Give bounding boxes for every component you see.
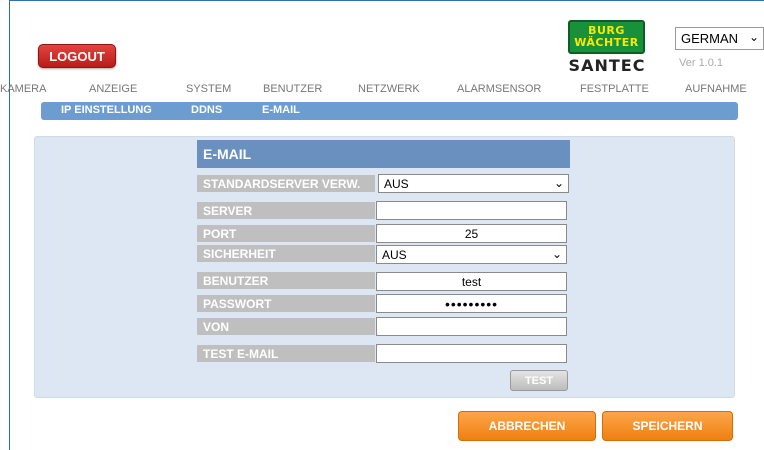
nav-item-festplatte[interactable]: FESTPLATTE: [580, 83, 649, 95]
subnav-item-email[interactable]: E-MAIL: [262, 104, 300, 116]
chevron-down-icon: ⌄: [748, 30, 759, 44]
nav-item-aufnahme[interactable]: AUFNAHME: [685, 83, 747, 95]
santec-logo: SANTEC: [568, 56, 646, 75]
default-server-label: STANDARDSERVER VERW.: [197, 175, 375, 192]
nav-item-benutzer[interactable]: BENUTZER: [263, 83, 322, 95]
user-input[interactable]: test: [376, 272, 567, 291]
form-title: E-MAIL: [197, 140, 570, 168]
server-input[interactable]: [376, 201, 567, 220]
nav-item-kamera[interactable]: KAMERA: [0, 83, 46, 95]
cancel-button[interactable]: ABBRECHEN: [458, 411, 596, 441]
server-label: SERVER: [197, 202, 375, 219]
password-input[interactable]: •••••••••: [376, 294, 567, 313]
subnav-item-ip-einstellung[interactable]: IP EINSTELLUNG: [61, 104, 152, 116]
logout-button[interactable]: LOGOUT: [38, 44, 116, 68]
from-input[interactable]: [376, 317, 567, 336]
user-label: BENUTZER: [197, 272, 375, 289]
default-server-select[interactable]: AUS ⌄: [378, 174, 569, 193]
security-select[interactable]: AUS ⌄: [376, 245, 567, 264]
burg-waechter-logo: BURG WÄCHTER: [568, 20, 645, 54]
from-label: VON: [197, 318, 375, 335]
nav-item-alarmsensor[interactable]: ALARMSENSOR: [457, 83, 541, 95]
security-value: AUS: [382, 247, 407, 262]
nav-item-netzwerk[interactable]: NETZWERK: [358, 83, 420, 95]
port-label: PORT: [197, 225, 375, 242]
main-nav: KAMERA ANZEIGE SYSTEM BENUTZER NETZWERK …: [0, 83, 764, 99]
frame-left-border: [9, 0, 10, 450]
test-button[interactable]: TEST: [510, 370, 568, 391]
version-label: Ver 1.0.1: [679, 57, 724, 69]
chevron-down-icon: ⌄: [551, 247, 562, 261]
language-value: GERMAN: [681, 31, 739, 46]
logo-line2: WÄCHTER: [574, 36, 639, 49]
frame-top-border: [9, 0, 764, 1]
nav-item-system[interactable]: SYSTEM: [186, 83, 231, 95]
save-button[interactable]: SPEICHERN: [602, 411, 733, 441]
default-server-value: AUS: [384, 176, 409, 191]
subnav-item-ddns[interactable]: DDNS: [191, 104, 222, 116]
security-label: SICHERHEIT: [197, 245, 375, 262]
password-label: PASSWORT: [197, 295, 375, 312]
test-email-label: TEST E-MAIL: [197, 345, 375, 362]
port-input[interactable]: 25: [376, 224, 567, 243]
test-email-input[interactable]: [376, 344, 567, 363]
sub-nav: IP EINSTELLUNG DDNS E-MAIL: [41, 102, 738, 120]
language-select[interactable]: GERMAN ⌄: [675, 27, 764, 50]
chevron-down-icon: ⌄: [553, 176, 564, 190]
nav-item-anzeige[interactable]: ANZEIGE: [89, 83, 137, 95]
